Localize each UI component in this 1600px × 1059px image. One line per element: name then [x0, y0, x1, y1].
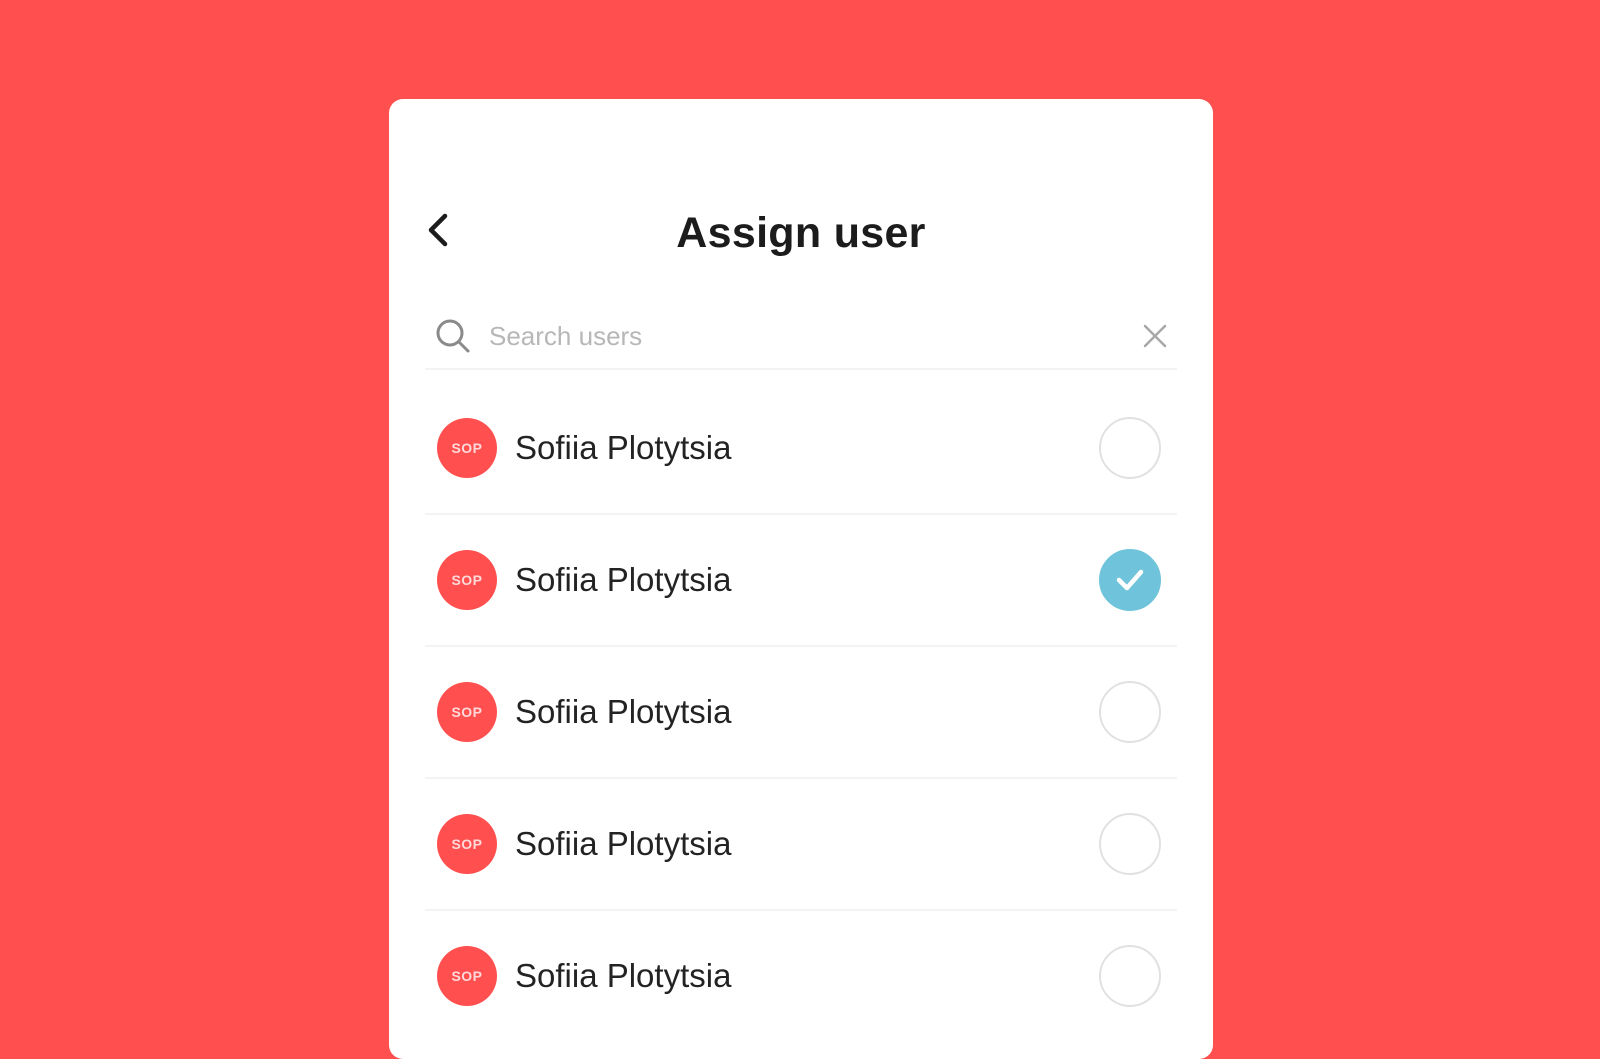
assign-user-dialog: Assign user SOP Sofiia Plotytsia SOP Sof… [389, 99, 1213, 1059]
select-radio[interactable] [1099, 549, 1161, 611]
avatar: SOP [437, 946, 497, 1006]
user-list: SOP Sofiia Plotytsia SOP Sofiia Plotytsi… [425, 383, 1177, 1041]
select-radio[interactable] [1099, 945, 1161, 1007]
user-name: Sofiia Plotytsia [515, 957, 732, 994]
user-name: Sofiia Plotytsia [515, 429, 732, 466]
search-bar [425, 304, 1177, 370]
select-radio[interactable] [1099, 813, 1161, 875]
page-title: Assign user [676, 209, 926, 257]
dialog-header: Assign user [389, 199, 1213, 259]
user-name: Sofiia Plotytsia [515, 825, 732, 862]
avatar: SOP [437, 814, 497, 874]
user-row[interactable]: SOP Sofiia Plotytsia [425, 647, 1177, 779]
user-row[interactable]: SOP Sofiia Plotytsia [425, 383, 1177, 515]
user-row[interactable]: SOP Sofiia Plotytsia [425, 911, 1177, 1041]
avatar: SOP [437, 418, 497, 478]
search-icon [433, 316, 473, 356]
close-icon [1143, 324, 1167, 348]
clear-search-button[interactable] [1137, 318, 1173, 354]
checkmark-icon [1116, 569, 1144, 591]
select-radio[interactable] [1099, 417, 1161, 479]
avatar: SOP [437, 550, 497, 610]
avatar: SOP [437, 682, 497, 742]
user-name: Sofiia Plotytsia [515, 693, 732, 730]
user-row[interactable]: SOP Sofiia Plotytsia [425, 779, 1177, 911]
search-input[interactable] [487, 319, 1137, 353]
user-name: Sofiia Plotytsia [515, 561, 732, 598]
user-row[interactable]: SOP Sofiia Plotytsia [425, 515, 1177, 647]
select-radio[interactable] [1099, 681, 1161, 743]
